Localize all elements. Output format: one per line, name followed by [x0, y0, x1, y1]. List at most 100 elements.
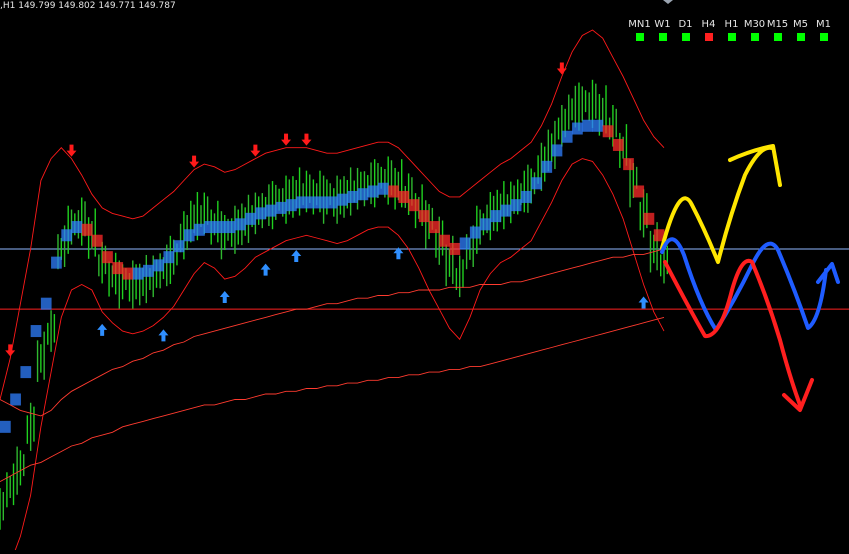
trend-band-segment-up: [30, 325, 42, 338]
timeframe-label: M15: [766, 19, 789, 30]
sell-arrow-icon: [556, 62, 567, 75]
trend-band-segment-down: [623, 158, 634, 171]
forecast-annotation-blue: [660, 237, 840, 332]
timeframe-status-indicator: [681, 33, 690, 41]
timeframe-label: M1: [816, 19, 831, 30]
trend-band-segment-down: [102, 251, 113, 264]
trend-band-segment-up: [572, 122, 583, 135]
timeframe-item-m15: M15: [766, 19, 789, 41]
buy-arrow-icon: [219, 291, 230, 304]
timeframe-status-indicator: [635, 33, 644, 41]
trend-band-segment-up: [561, 130, 573, 143]
trend-band-segment-down: [81, 223, 93, 236]
trend-band-segment-down: [612, 138, 624, 151]
timeframe-status-indicator: [819, 33, 828, 41]
timeframe-item-h4: H4: [697, 19, 720, 41]
trend-band-segment-down: [439, 234, 450, 247]
trend-band-segment-up: [459, 237, 471, 250]
trend-band-segment-up: [469, 226, 481, 239]
buy-arrow-icon: [638, 296, 649, 309]
timeframe-item-d1: D1: [674, 19, 697, 41]
lower-envelope-line: [13, 158, 665, 554]
trend-band-segment-up: [194, 223, 205, 236]
timeframe-item-mn1: MN1: [628, 19, 651, 41]
buy-arrow-icon: [291, 250, 302, 262]
trend-band-segment-up: [245, 212, 256, 225]
chart-canvas[interactable]: [0, 0, 849, 554]
trend-band-segment-up: [286, 199, 297, 212]
trend-band-segment-down: [398, 190, 410, 203]
timeframe-item-w1: W1: [651, 19, 674, 41]
buy-arrow-icon: [260, 263, 271, 276]
chart-shift-marker-icon[interactable]: [663, 0, 673, 4]
trend-band-segment-up: [143, 264, 154, 277]
sell-arrow-icon: [250, 144, 261, 157]
timeframe-status-indicator: [727, 33, 736, 41]
trend-band-segment-up: [173, 240, 185, 253]
trend-band-segment-up: [347, 190, 359, 203]
sell-arrow-icon: [281, 133, 292, 146]
sell-arrow-icon: [189, 155, 200, 168]
trend-band-segment-up: [40, 297, 52, 310]
timeframe-item-h1: H1: [720, 19, 743, 41]
trend-band-segment-up: [0, 420, 11, 433]
trend-band-segment-up: [51, 256, 62, 269]
trend-band-segment-up: [61, 229, 73, 242]
timeframe-status-indicator: [750, 33, 759, 41]
buy-arrow-icon: [158, 329, 169, 342]
trend-band-segment-down: [91, 234, 103, 247]
timeframe-status-indicator: [704, 33, 713, 41]
trend-band-segment-up: [163, 251, 175, 264]
trend-band-segment-up: [551, 144, 563, 157]
trend-band-segment-up: [132, 267, 144, 280]
timeframe-label: H4: [701, 19, 716, 30]
sell-arrow-icon: [5, 344, 16, 357]
trend-band-segment-down: [633, 185, 645, 198]
trend-band-segment-up: [224, 221, 236, 234]
timeframe-status-indicator: [796, 33, 805, 41]
timeframe-item-m5: M5: [789, 19, 812, 41]
trend-band-segment-up: [306, 196, 318, 209]
trend-band-segment-up: [520, 190, 532, 203]
timeframe-label: W1: [654, 19, 671, 30]
ohlc-readout: ,H1 149.799 149.802 149.771 149.787: [0, 1, 176, 11]
trend-band-segment-down: [418, 210, 430, 223]
trend-band-segment-down: [112, 262, 124, 275]
trend-band-segment-down: [122, 267, 134, 280]
trend-band-segment-up: [592, 119, 604, 132]
moving-average-line-slowest: [0, 316, 665, 482]
trend-band-segment-up: [275, 201, 287, 214]
timeframe-item-m30: M30: [743, 19, 766, 41]
buy-arrow-icon: [97, 323, 108, 336]
timeframe-item-m1: M1: [812, 19, 835, 41]
timeframe-label: MN1: [628, 19, 651, 30]
trend-band-segment-up: [531, 177, 542, 190]
trend-band-segment-up: [71, 221, 83, 234]
moving-average-line-slow: [0, 248, 665, 417]
trend-band-segment-down: [643, 212, 655, 225]
timeframe-label: D1: [678, 19, 693, 30]
trend-band-segment-up: [20, 366, 32, 379]
trend-band-segment-up: [582, 119, 593, 132]
trend-band-segment-up: [153, 259, 164, 272]
timeframe-status-indicator: [658, 33, 667, 41]
trend-band-segment-up: [510, 199, 522, 212]
trend-band-segment-up: [296, 196, 307, 209]
trend-band-segment-up: [316, 196, 328, 209]
trend-band-segment-down: [388, 185, 399, 198]
timeframe-panel: MN1 W1 D1 H4 H1 M30 M15 M5 M1: [628, 19, 835, 41]
trend-band-segment-down: [602, 125, 614, 138]
trend-band-segment-up: [265, 204, 277, 217]
price-chart[interactable]: [0, 0, 849, 554]
trend-band-segment-up: [204, 221, 216, 234]
trend-band-segment-up: [255, 207, 267, 220]
trend-band-segment-up: [377, 182, 389, 195]
timeframe-status-indicator: [773, 33, 782, 41]
trend-band-segment-up: [357, 188, 369, 201]
trend-band-segment-up: [10, 393, 21, 406]
trend-band-segment-up: [500, 204, 512, 217]
trend-band-segment-up: [234, 218, 246, 231]
trend-band-segment-down: [449, 242, 461, 255]
trend-band-segment-up: [490, 210, 502, 223]
trend-band-segment-down: [429, 221, 440, 234]
